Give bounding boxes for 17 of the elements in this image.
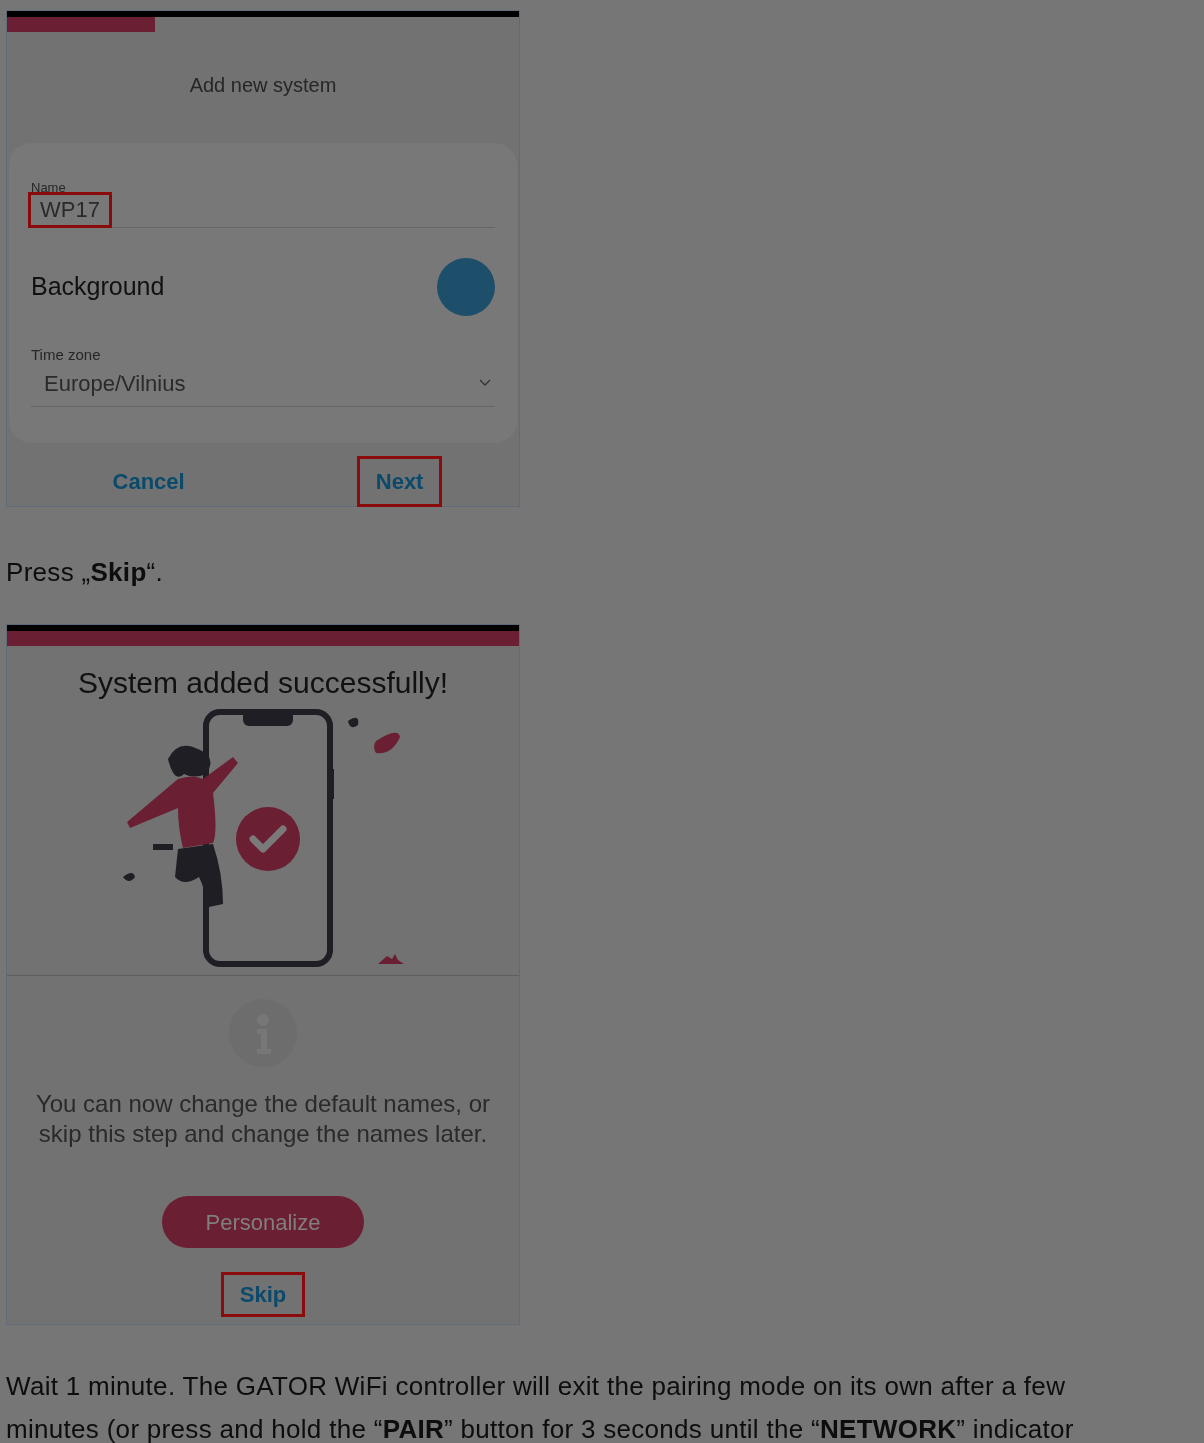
screen-title: Add new system [188,73,338,98]
chevron-down-icon [479,379,491,387]
instruction-text: Press „Skip“. [6,556,165,589]
success-title: System added successfully! [77,665,449,701]
dropdown-value: Europe/Vilnius [44,369,186,398]
info-message: You can now change the default names, or skip this step and change the names later. [34,1089,492,1149]
color-swatch[interactable] [437,258,495,316]
name-field[interactable]: WP17 [31,195,109,225]
personalize-button[interactable]: Personalize [162,1196,364,1248]
instruction-text: Wait 1 minute. The GATOR WiFi controller will exit the pairing mode on its own after a few minutes (or press and hold the “PAIR” button for 3 seconds until the “NETWORK” indicator [6,1370,1075,1443]
field-label: Name [31,181,67,195]
field-label: Time zone [31,345,102,365]
skip-button[interactable]: Skip [223,1275,303,1314]
field-label: Background [31,271,165,303]
next-button[interactable]: Next [359,458,440,504]
timezone-dropdown[interactable]: Europe/Vilnius [31,366,495,407]
cancel-button[interactable]: Cancel [96,458,201,504]
